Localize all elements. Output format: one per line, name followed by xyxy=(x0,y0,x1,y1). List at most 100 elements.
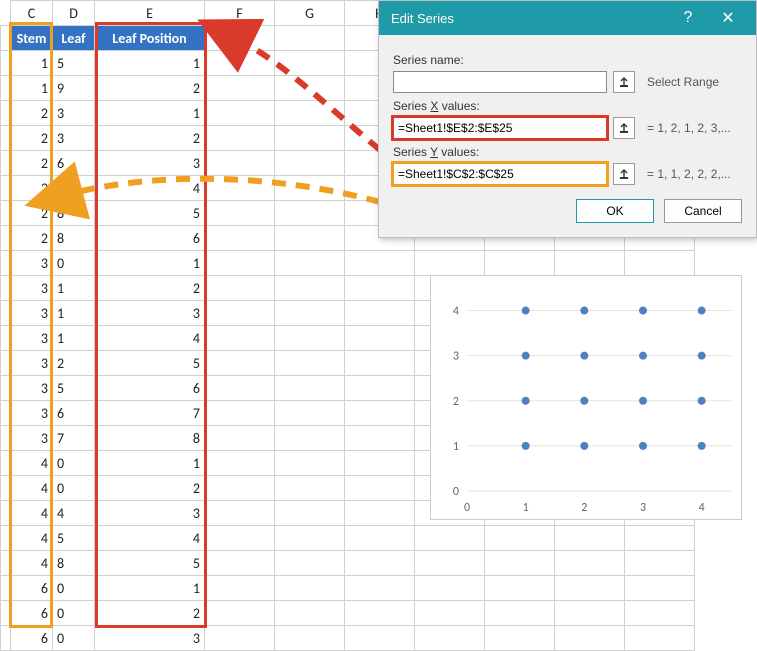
colhdr-d[interactable]: D xyxy=(53,1,95,26)
cell-leafpos[interactable]: 2 xyxy=(95,476,205,501)
data-point xyxy=(580,307,588,315)
cell-leaf[interactable]: 1 xyxy=(53,301,95,326)
close-icon[interactable]: ✕ xyxy=(708,8,748,28)
cell-leaf[interactable]: 0 xyxy=(53,601,95,626)
cell-leaf[interactable]: 0 xyxy=(53,251,95,276)
cell-stem[interactable]: 4 xyxy=(11,476,53,501)
series-y-input[interactable] xyxy=(393,163,607,185)
cell-stem[interactable]: 3 xyxy=(11,401,53,426)
cell-leafpos[interactable]: 2 xyxy=(95,276,205,301)
cell-stem[interactable]: 2 xyxy=(11,126,53,151)
cell-leaf[interactable]: 8 xyxy=(53,201,95,226)
data-point xyxy=(522,307,530,315)
cell-leafpos[interactable]: 8 xyxy=(95,426,205,451)
data-point xyxy=(698,397,706,405)
help-icon[interactable]: ? xyxy=(668,9,708,27)
colhdr-e[interactable]: E xyxy=(95,1,205,26)
cell-leafpos[interactable]: 1 xyxy=(95,251,205,276)
cell-leafpos[interactable]: 4 xyxy=(95,326,205,351)
cell-leaf[interactable]: 7 xyxy=(53,426,95,451)
range-picker-icon[interactable] xyxy=(613,163,635,185)
cell-leaf[interactable]: 6 xyxy=(53,401,95,426)
cell-leaf[interactable]: 8 xyxy=(53,551,95,576)
cell-stem[interactable]: 4 xyxy=(11,501,53,526)
cell-leafpos[interactable]: 2 xyxy=(95,601,205,626)
series-x-input[interactable] xyxy=(393,117,607,139)
cell-leafpos[interactable]: 5 xyxy=(95,201,205,226)
cell-stem[interactable]: 3 xyxy=(11,301,53,326)
cell-leaf[interactable]: 7 xyxy=(53,176,95,201)
series-y-label: Series Y values: xyxy=(393,145,742,159)
cell-stem[interactable]: 2 xyxy=(11,176,53,201)
data-point xyxy=(522,397,530,405)
cell-leafpos[interactable]: 1 xyxy=(95,576,205,601)
cell-stem[interactable]: 3 xyxy=(11,376,53,401)
cell-stem[interactable]: 1 xyxy=(11,76,53,101)
cell-stem[interactable]: 4 xyxy=(11,451,53,476)
cell-leafpos[interactable]: 3 xyxy=(95,151,205,176)
cell-leafpos[interactable]: 4 xyxy=(95,526,205,551)
series-name-input[interactable] xyxy=(393,71,607,93)
cell-stem[interactable]: 6 xyxy=(11,601,53,626)
cell-leaf[interactable]: 0 xyxy=(53,476,95,501)
cell-leaf[interactable]: 3 xyxy=(53,101,95,126)
cell-leafpos[interactable]: 7 xyxy=(95,401,205,426)
cell-leaf[interactable]: 3 xyxy=(53,126,95,151)
cell-stem[interactable]: 3 xyxy=(11,351,53,376)
cell-leaf[interactable]: 5 xyxy=(53,51,95,76)
dialog-titlebar[interactable]: Edit Series ? ✕ xyxy=(379,1,756,35)
cell-leafpos[interactable]: 2 xyxy=(95,126,205,151)
cell-leaf[interactable]: 9 xyxy=(53,76,95,101)
cell-leaf[interactable]: 0 xyxy=(53,576,95,601)
cell-stem[interactable]: 2 xyxy=(11,226,53,251)
colhdr-c[interactable]: C xyxy=(11,1,53,26)
cancel-button[interactable]: Cancel xyxy=(664,199,742,223)
ok-button[interactable]: OK xyxy=(576,199,654,223)
hdr-leaf[interactable]: Leaf xyxy=(53,26,95,51)
cell-leaf[interactable]: 1 xyxy=(53,326,95,351)
cell-leaf[interactable]: 0 xyxy=(53,626,95,651)
cell-stem[interactable]: 2 xyxy=(11,101,53,126)
cell-leaf[interactable]: 1 xyxy=(53,276,95,301)
cell-stem[interactable]: 2 xyxy=(11,151,53,176)
scatter-chart[interactable]: 0123401234 xyxy=(430,275,742,520)
cell-leaf[interactable]: 5 xyxy=(53,526,95,551)
range-picker-icon[interactable] xyxy=(613,117,635,139)
cell-leaf[interactable]: 4 xyxy=(53,501,95,526)
range-picker-icon[interactable] xyxy=(613,71,635,93)
cell-leafpos[interactable]: 1 xyxy=(95,51,205,76)
cell-leaf[interactable]: 8 xyxy=(53,226,95,251)
cell-leafpos[interactable]: 1 xyxy=(95,451,205,476)
cell-leafpos[interactable]: 5 xyxy=(95,551,205,576)
cell-stem[interactable]: 1 xyxy=(11,51,53,76)
cell-leafpos[interactable]: 4 xyxy=(95,176,205,201)
cell-leafpos[interactable]: 2 xyxy=(95,76,205,101)
hdr-stem[interactable]: Stem xyxy=(11,26,53,51)
cell-leafpos[interactable]: 3 xyxy=(95,501,205,526)
cell-leafpos[interactable]: 1 xyxy=(95,101,205,126)
cell-leaf[interactable]: 6 xyxy=(53,151,95,176)
cell-leaf[interactable]: 5 xyxy=(53,376,95,401)
table-row: 602 xyxy=(1,601,695,626)
cell-stem[interactable]: 3 xyxy=(11,276,53,301)
cell-leafpos[interactable]: 6 xyxy=(95,376,205,401)
cell-leaf[interactable]: 2 xyxy=(53,351,95,376)
colhdr-f[interactable]: F xyxy=(205,1,275,26)
cell-stem[interactable]: 2 xyxy=(11,201,53,226)
table-row: 603 xyxy=(1,626,695,651)
hdr-leafpos[interactable]: Leaf Position xyxy=(95,26,205,51)
cell-stem[interactable]: 3 xyxy=(11,251,53,276)
cell-stem[interactable]: 4 xyxy=(11,526,53,551)
cell-leafpos[interactable]: 5 xyxy=(95,351,205,376)
cell-leafpos[interactable]: 3 xyxy=(95,301,205,326)
cell-stem[interactable]: 3 xyxy=(11,426,53,451)
cell-stem[interactable]: 3 xyxy=(11,326,53,351)
cell-leafpos[interactable]: 6 xyxy=(95,226,205,251)
cell-stem[interactable]: 4 xyxy=(11,551,53,576)
y-tick-label: 3 xyxy=(453,350,459,364)
colhdr-g[interactable]: G xyxy=(275,1,345,26)
cell-leafpos[interactable]: 3 xyxy=(95,626,205,651)
cell-stem[interactable]: 6 xyxy=(11,626,53,651)
cell-leaf[interactable]: 0 xyxy=(53,451,95,476)
cell-stem[interactable]: 6 xyxy=(11,576,53,601)
